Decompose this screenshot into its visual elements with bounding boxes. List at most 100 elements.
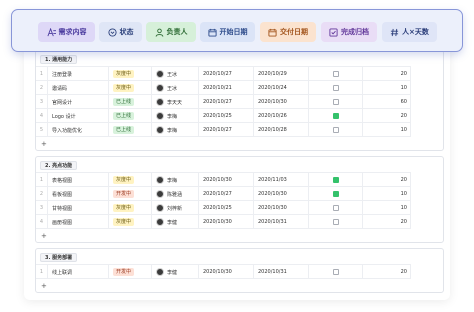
status-cell[interactable]: 开发中: [109, 187, 152, 201]
archive-checkbox[interactable]: [332, 177, 339, 183]
due-date-cell[interactable]: 2020/10/29: [254, 67, 309, 81]
start-date-cell[interactable]: 2020/10/27: [199, 123, 254, 137]
archive-cell[interactable]: [309, 67, 363, 81]
table-row[interactable]: 4 Logo 设计 已上线 李梅 2020/10/25 2020/10/26 20: [36, 109, 411, 123]
archive-checkbox[interactable]: [332, 191, 339, 197]
start-date-cell[interactable]: 2020/10/27: [199, 187, 254, 201]
archive-cell[interactable]: [309, 265, 363, 279]
owner-cell[interactable]: 王冰: [152, 67, 199, 81]
start-date-cell[interactable]: 2020/10/25: [199, 109, 254, 123]
requirement-cell[interactable]: 甘特视图: [48, 201, 109, 215]
owner-cell[interactable]: 刘梓新: [152, 201, 199, 215]
archive-cell[interactable]: [309, 215, 363, 229]
status-cell[interactable]: 灰度中: [109, 173, 152, 187]
owner-cell[interactable]: 陈雅涵: [152, 187, 199, 201]
requirement-cell[interactable]: 导入功能优化: [48, 123, 109, 137]
status-cell[interactable]: 灰度中: [109, 215, 152, 229]
table-row[interactable]: 1 注册登录 灰度中 王冰 2020/10/27 2020/10/29 20: [36, 67, 411, 81]
requirement-cell[interactable]: 邀请码: [48, 81, 109, 95]
person-days-cell[interactable]: 20: [363, 109, 411, 123]
archive-checkbox[interactable]: [332, 113, 339, 119]
start-date-cell[interactable]: 2020/10/27: [199, 95, 254, 109]
group-title[interactable]: 3. 服务部署: [40, 253, 78, 262]
requirement-cell[interactable]: 看板视图: [48, 187, 109, 201]
status-cell[interactable]: 灰度中: [109, 67, 152, 81]
archive-cell[interactable]: [309, 123, 363, 137]
archive-checkbox[interactable]: [332, 85, 339, 91]
due-date-cell[interactable]: 2020/10/30: [254, 95, 309, 109]
table-row[interactable]: 2 邀请码 灰度中 王冰 2020/10/21 2020/10/24 10: [36, 81, 411, 95]
owner-cell[interactable]: 李健: [152, 215, 199, 229]
due-date-cell[interactable]: 2020/10/30: [254, 187, 309, 201]
start-date-cell[interactable]: 2020/10/25: [199, 201, 254, 215]
table-row[interactable]: 1 表格视图 灰度中 李梅 2020/10/30 2020/11/03 20: [36, 173, 411, 187]
person-days-cell[interactable]: 20: [363, 215, 411, 229]
table-row[interactable]: 5 导入功能优化 已上线 李梅 2020/10/27 2020/10/28 10: [36, 123, 411, 137]
status-cell[interactable]: 已上线: [109, 95, 152, 109]
status-cell[interactable]: 已上线: [109, 109, 152, 123]
field-chip-owner[interactable]: 负责人: [146, 22, 196, 42]
archive-cell[interactable]: [309, 173, 363, 187]
owner-cell[interactable]: 王冰: [152, 81, 199, 95]
field-chip-person-days[interactable]: 人×天数: [382, 22, 437, 42]
owner-cell[interactable]: 李梅: [152, 109, 199, 123]
due-date-cell[interactable]: 2020/11/03: [254, 173, 309, 187]
archive-cell[interactable]: [309, 187, 363, 201]
archive-checkbox[interactable]: [332, 269, 339, 275]
add-row-button[interactable]: +: [41, 140, 47, 148]
table-row[interactable]: 4 画册视图 灰度中 李健 2020/10/30 2020/10/31 20: [36, 215, 411, 229]
due-date-cell[interactable]: 2020/10/31: [254, 265, 309, 279]
requirement-cell[interactable]: 注册登录: [48, 67, 109, 81]
table-row[interactable]: 1 线上联调 开发中 李健 2020/10/30 2020/10/31 20: [36, 265, 411, 279]
requirement-cell[interactable]: 画册视图: [48, 215, 109, 229]
archive-cell[interactable]: [309, 201, 363, 215]
archive-checkbox[interactable]: [332, 127, 339, 133]
person-days-cell[interactable]: 20: [363, 173, 411, 187]
table-row[interactable]: 3 官网设计 已上线 李天天 2020/10/27 2020/10/30 60: [36, 95, 411, 109]
archive-cell[interactable]: [309, 81, 363, 95]
status-cell[interactable]: 开发中: [109, 265, 152, 279]
add-row-button[interactable]: +: [41, 232, 47, 240]
field-chip-status[interactable]: 状态: [99, 22, 142, 42]
field-chip-content[interactable]: 需求内容: [38, 22, 95, 42]
due-date-cell[interactable]: 2020/10/31: [254, 215, 309, 229]
owner-cell[interactable]: 李健: [152, 265, 199, 279]
status-cell[interactable]: 灰度中: [109, 81, 152, 95]
group-title[interactable]: 1. 通用能力: [40, 55, 78, 64]
archive-checkbox[interactable]: [332, 99, 339, 105]
due-date-cell[interactable]: 2020/10/28: [254, 123, 309, 137]
requirement-cell[interactable]: 表格视图: [48, 173, 109, 187]
requirement-cell[interactable]: 官网设计: [48, 95, 109, 109]
table-row[interactable]: 3 甘特视图 灰度中 刘梓新 2020/10/25 2020/10/30 10: [36, 201, 411, 215]
field-chip-start-date[interactable]: 开始日期: [200, 22, 255, 42]
person-days-cell[interactable]: 10: [363, 81, 411, 95]
status-cell[interactable]: 灰度中: [109, 201, 152, 215]
field-chip-due-date[interactable]: 交付日期: [260, 22, 316, 42]
person-days-cell[interactable]: 60: [363, 95, 411, 109]
person-days-cell[interactable]: 10: [363, 187, 411, 201]
person-days-cell[interactable]: 10: [363, 123, 411, 137]
start-date-cell[interactable]: 2020/10/30: [199, 173, 254, 187]
archive-checkbox[interactable]: [332, 205, 339, 211]
start-date-cell[interactable]: 2020/10/27: [199, 67, 254, 81]
archive-cell[interactable]: [309, 109, 363, 123]
due-date-cell[interactable]: 2020/10/26: [254, 109, 309, 123]
requirement-cell[interactable]: 线上联调: [48, 265, 109, 279]
owner-cell[interactable]: 李梅: [152, 123, 199, 137]
field-chip-archive[interactable]: 完成归档: [321, 22, 377, 42]
requirement-cell[interactable]: Logo 设计: [48, 109, 109, 123]
add-row-button[interactable]: +: [41, 282, 47, 290]
person-days-cell[interactable]: 20: [363, 67, 411, 81]
start-date-cell[interactable]: 2020/10/30: [199, 265, 254, 279]
group-title[interactable]: 2. 亮点功能: [40, 161, 78, 170]
archive-checkbox[interactable]: [332, 219, 339, 225]
table-row[interactable]: 2 看板视图 开发中 陈雅涵 2020/10/27 2020/10/30 10: [36, 187, 411, 201]
start-date-cell[interactable]: 2020/10/21: [199, 81, 254, 95]
owner-cell[interactable]: 李梅: [152, 173, 199, 187]
person-days-cell[interactable]: 10: [363, 201, 411, 215]
start-date-cell[interactable]: 2020/10/30: [199, 215, 254, 229]
due-date-cell[interactable]: 2020/10/30: [254, 201, 309, 215]
owner-cell[interactable]: 李天天: [152, 95, 199, 109]
archive-cell[interactable]: [309, 95, 363, 109]
due-date-cell[interactable]: 2020/10/24: [254, 81, 309, 95]
